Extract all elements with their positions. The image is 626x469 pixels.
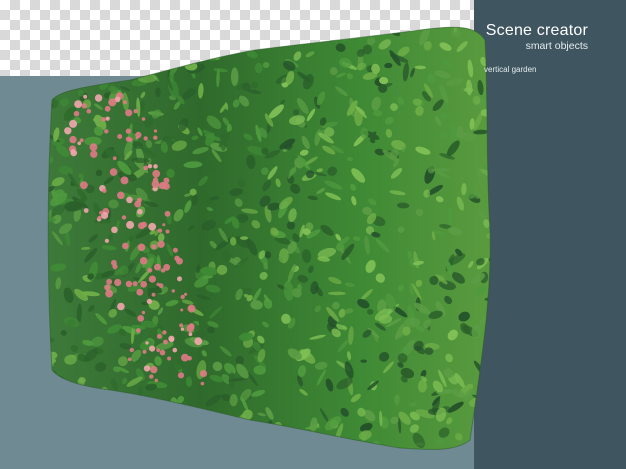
brand-block: Scene creator smart objects [486, 22, 588, 52]
caption: vertical garden [484, 65, 537, 74]
scene: Scene creator smart objects vertical gar… [0, 0, 626, 469]
brand-title: Scene creator [485, 22, 588, 39]
brand-subtitle: smart objects [525, 40, 588, 52]
